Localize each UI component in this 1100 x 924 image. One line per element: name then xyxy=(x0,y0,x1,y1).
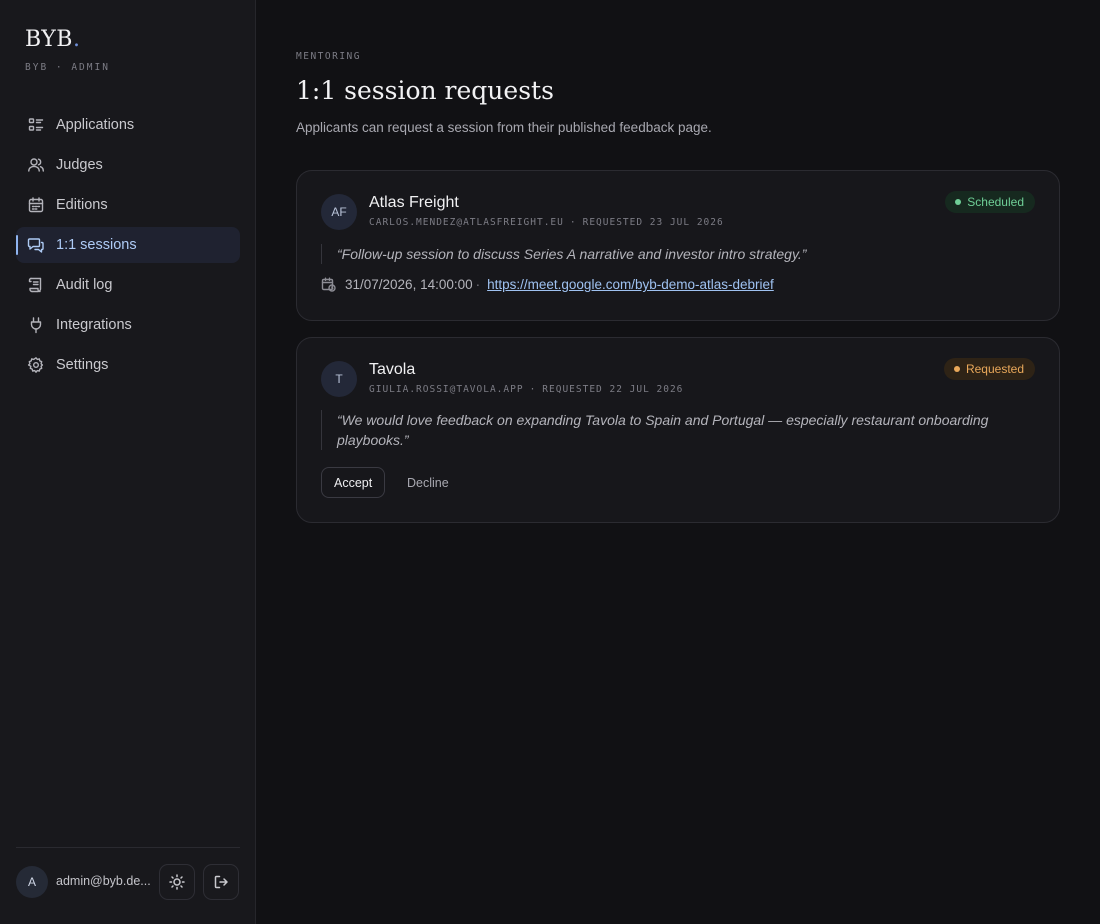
sidebar-nav: Applications Judges Editions 1:1 session… xyxy=(16,107,240,387)
status-badge: Scheduled xyxy=(945,191,1035,213)
status-label: Scheduled xyxy=(967,195,1024,209)
meet-link[interactable]: https://meet.google.com/byb-demo-atlas-d… xyxy=(487,277,774,292)
sidebar-item-applications[interactable]: Applications xyxy=(16,107,240,143)
status-badge: Requested xyxy=(943,358,1035,380)
sidebar-divider xyxy=(16,847,240,848)
scheduled-time: 31/07/2026, 14:00:00 xyxy=(345,277,473,292)
sidebar-item-sessions[interactable]: 1:1 sessions xyxy=(16,227,240,263)
scroll-icon xyxy=(27,276,45,294)
status-label: Requested xyxy=(965,362,1024,376)
session-meta: CARLOS.MENDEZ@ATLASFREIGHT.EU · REQUESTED … xyxy=(369,217,724,228)
sidebar-item-audit-log[interactable]: Audit log xyxy=(16,267,240,303)
separator-dot: · xyxy=(475,277,481,292)
sidebar-item-label: 1:1 sessions xyxy=(56,237,137,253)
session-card: T Tavola GIULIA.ROSSI@TAVOLA.APP · REQUEST… xyxy=(296,337,1060,523)
logout-button[interactable] xyxy=(203,864,239,900)
sidebar-item-label: Applications xyxy=(56,117,135,133)
sidebar-item-label: Integrations xyxy=(56,317,132,333)
section-eyebrow: MENTORING xyxy=(296,51,361,62)
sidebar-item-label: Settings xyxy=(56,357,109,373)
company-name: Tavola xyxy=(369,361,416,378)
page-title: 1:1 session requests xyxy=(296,76,554,105)
sidebar-item-integrations[interactable]: Integrations xyxy=(16,307,240,343)
calendar-clock-icon xyxy=(321,277,336,292)
sidebar-item-judges[interactable]: Judges xyxy=(16,147,240,183)
avatar: AF xyxy=(321,194,357,230)
decline-button[interactable]: Decline xyxy=(393,467,463,498)
request-quote: “Follow-up session to discuss Series A n… xyxy=(321,244,1021,264)
brand-subtitle: BYB · ADMIN xyxy=(25,62,110,73)
sidebar: BYB. BYB · ADMIN Applications Judges Edi… xyxy=(0,0,256,924)
sidebar-item-label: Audit log xyxy=(56,277,113,293)
sidebar-item-label: Judges xyxy=(56,157,103,173)
requested-date: REQUESTED 23 JUL 2026 xyxy=(582,217,724,228)
schedule-row: 31/07/2026, 14:00:00 · https://meet.goog… xyxy=(321,277,774,292)
logout-icon xyxy=(214,875,228,889)
chat-icon xyxy=(27,236,45,254)
contact-email: GIULIA.ROSSI@TAVOLA.APP xyxy=(369,384,524,395)
theme-toggle-button[interactable] xyxy=(159,864,195,900)
session-card: AF Atlas Freight CARLOS.MENDEZ@ATLASFREI… xyxy=(296,170,1060,321)
accept-button[interactable]: Accept xyxy=(321,467,386,498)
sidebar-item-editions[interactable]: Editions xyxy=(16,187,240,223)
gear-icon xyxy=(27,356,45,374)
status-dot xyxy=(955,199,962,205)
brand-logo[interactable]: BYB. xyxy=(25,27,80,52)
status-dot xyxy=(953,366,960,372)
sidebar-item-settings[interactable]: Settings xyxy=(16,347,240,383)
users-icon xyxy=(27,156,45,174)
requested-date: REQUESTED 22 JUL 2026 xyxy=(542,384,684,395)
session-meta: GIULIA.ROSSI@TAVOLA.APP · REQUESTED 22 JUL… xyxy=(369,384,684,395)
page-subtitle: Applicants can request a session from th… xyxy=(296,120,712,135)
avatar: T xyxy=(321,361,357,397)
user-email: admin@byb.de... xyxy=(56,874,151,888)
sun-icon xyxy=(169,874,185,890)
company-name: Atlas Freight xyxy=(369,194,459,211)
plug-icon xyxy=(27,316,45,334)
sidebar-item-label: Editions xyxy=(56,197,108,213)
avatar[interactable]: A xyxy=(16,866,48,898)
request-quote: “We would love feedback on expanding Tav… xyxy=(321,410,1021,450)
contact-email: CARLOS.MENDEZ@ATLASFREIGHT.EU xyxy=(369,217,564,228)
list-icon xyxy=(27,116,45,134)
calendar-icon xyxy=(27,196,45,214)
